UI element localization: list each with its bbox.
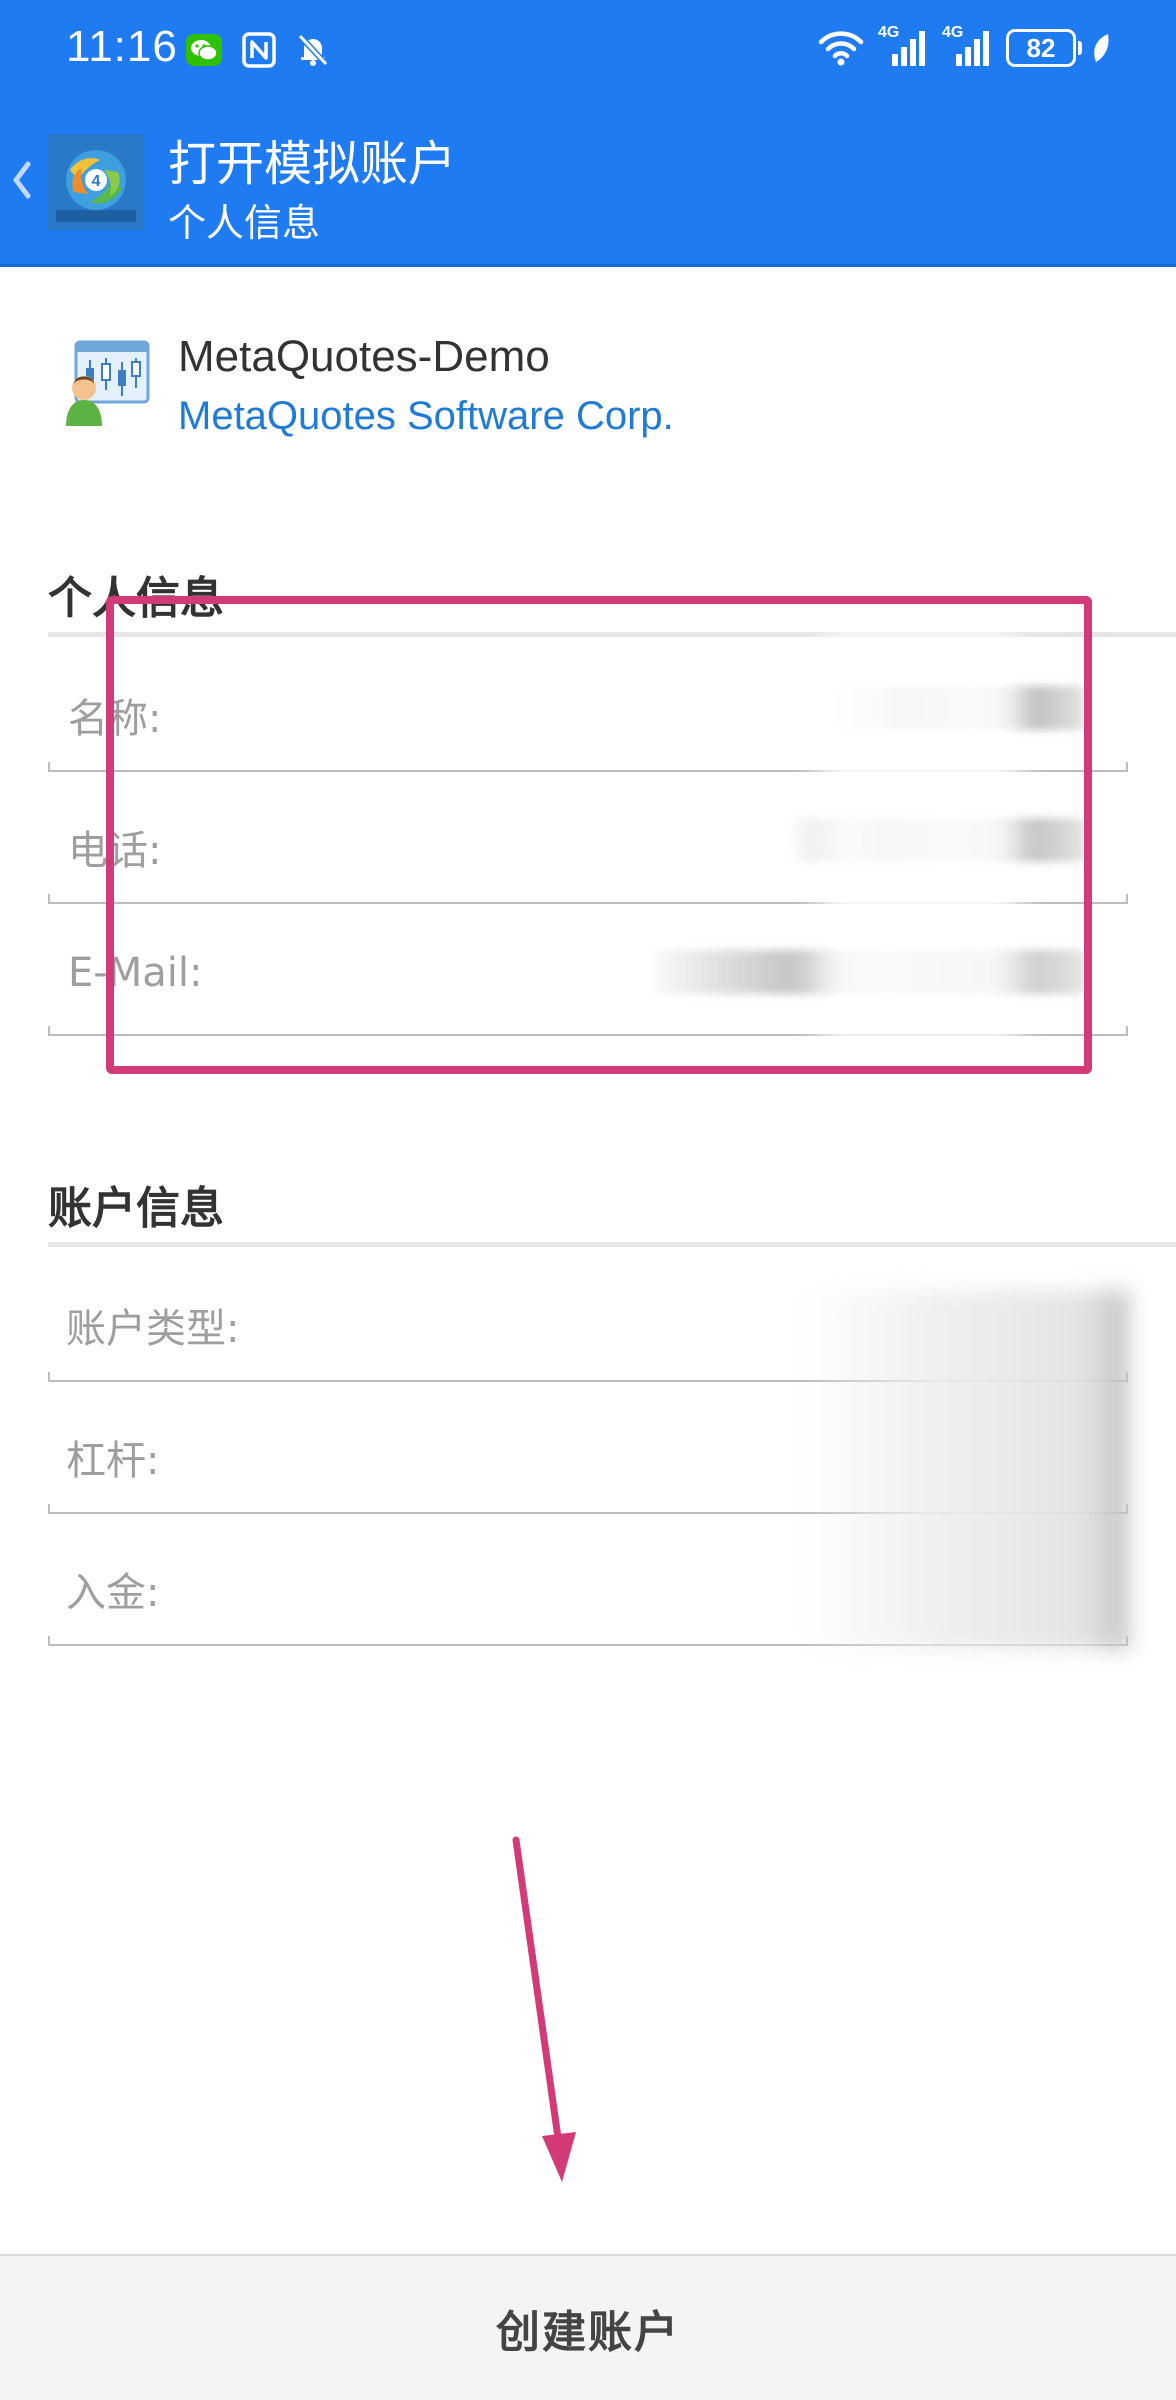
bell-off-icon [297, 33, 329, 67]
server-name: MetaQuotes-Demo [178, 332, 550, 381]
wifi-icon [818, 31, 864, 66]
name-field-label: 名称: [68, 696, 162, 742]
leaf-icon [1094, 34, 1109, 62]
annotation-arrow-icon [512, 1836, 576, 2182]
page-subtitle: 个人信息 [168, 201, 321, 245]
signal-2-icon: 4G [942, 24, 992, 68]
phone-field-label: 电话: [68, 828, 162, 874]
metatrader-app-icon: 4 [48, 134, 144, 230]
page-title: 打开模拟账户 [168, 136, 457, 192]
server-company-link[interactable]: MetaQuotes Software Corp. [178, 394, 674, 439]
leverage-field-label: 杠杆: [66, 1438, 160, 1484]
status-notification-icons [186, 32, 330, 68]
account-type-field-label: 账户类型: [66, 1306, 240, 1352]
deposit-field-label: 入金: [66, 1570, 160, 1616]
trade-server-icon [66, 340, 150, 426]
status-system-icons: 4G 4G 82 [818, 24, 1112, 68]
account-values-redaction-blur [800, 1290, 1130, 1650]
app-bar-divider [0, 264, 1176, 267]
bottom-action-bar: 创建账户 [0, 2254, 1176, 2400]
status-bar: 11:16 4G 4G 82 [0, 0, 1176, 100]
svg-text:4: 4 [92, 173, 101, 190]
battery-indicator: 82 [1006, 29, 1082, 67]
status-time: 11:16 [66, 22, 178, 71]
battery-level: 82 [1026, 32, 1056, 63]
app-bar: 11:16 4G 4G 82 4 打开模拟账户 个人信息 [0, 0, 1176, 266]
signal-1-icon: 4G [878, 24, 928, 68]
nfc-icon [242, 32, 276, 68]
personal-info-heading: 个人信息 [48, 573, 224, 624]
email-field-label: E-Mail: [68, 950, 203, 996]
back-chevron-icon[interactable] [10, 160, 34, 200]
account-info-divider [48, 1242, 1176, 1247]
redaction-blur [820, 630, 1020, 1050]
wechat-icon [186, 34, 222, 66]
account-info-heading: 账户信息 [48, 1183, 224, 1234]
create-account-button[interactable]: 创建账户 [0, 2256, 1176, 2400]
